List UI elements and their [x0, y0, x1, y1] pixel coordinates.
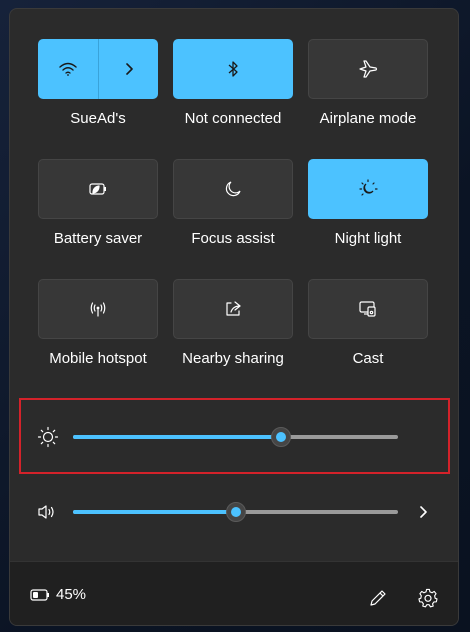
quick-settings-panel: SueAd's Not connected Airplane mode Batt… — [9, 8, 459, 626]
brightness-slider-thumb[interactable] — [271, 427, 291, 447]
battery-saver-label: Battery saver — [53, 230, 143, 247]
brightness-slider[interactable] — [73, 427, 398, 447]
bluetooth-icon — [222, 58, 244, 80]
wifi-icon — [57, 58, 79, 80]
focus-assist-label: Focus assist — [191, 230, 275, 247]
night-light-label: Night light — [334, 230, 402, 247]
wifi-label: SueAd's — [70, 110, 126, 127]
volume-slider-fill — [73, 510, 236, 514]
mobile-hotspot-label: Mobile hotspot — [49, 350, 147, 367]
airplane-icon — [357, 58, 379, 80]
brightness-icon — [37, 426, 59, 448]
cast-icon — [357, 298, 379, 320]
cast-label: Cast — [352, 350, 384, 367]
airplane-tile[interactable] — [308, 39, 428, 99]
focus-assist-tile[interactable] — [173, 159, 293, 219]
wifi-expand-button[interactable] — [98, 39, 159, 99]
gear-icon[interactable] — [416, 586, 440, 610]
hotspot-icon — [87, 298, 109, 320]
volume-slider-thumb[interactable] — [225, 502, 246, 522]
night-light-icon — [357, 178, 379, 200]
footer-bar: 45% — [10, 561, 458, 625]
battery-saver-icon — [87, 178, 109, 200]
nearby-sharing-tile[interactable] — [173, 279, 293, 339]
wifi-tile[interactable] — [38, 39, 158, 99]
bluetooth-label: Not connected — [184, 110, 282, 127]
pencil-icon[interactable] — [366, 586, 390, 610]
chevron-right-icon — [420, 506, 427, 518]
mobile-hotspot-tile[interactable] — [38, 279, 158, 339]
cast-tile[interactable] — [308, 279, 428, 339]
battery-saver-tile[interactable] — [38, 159, 158, 219]
wifi-toggle[interactable] — [38, 39, 98, 99]
brightness-slider-fill — [73, 435, 281, 439]
bluetooth-tile[interactable] — [173, 39, 293, 99]
share-icon — [222, 298, 244, 320]
speaker-icon[interactable] — [35, 501, 57, 523]
battery-icon[interactable] — [28, 583, 52, 607]
chevron-right-icon — [118, 58, 140, 80]
battery-percentage[interactable]: 45% — [56, 586, 86, 603]
volume-expand-button[interactable] — [412, 501, 434, 523]
volume-slider[interactable] — [73, 502, 398, 522]
night-light-tile[interactable] — [308, 159, 428, 219]
nearby-sharing-label: Nearby sharing — [182, 350, 284, 367]
airplane-label: Airplane mode — [319, 110, 417, 127]
moon-icon — [222, 178, 244, 200]
